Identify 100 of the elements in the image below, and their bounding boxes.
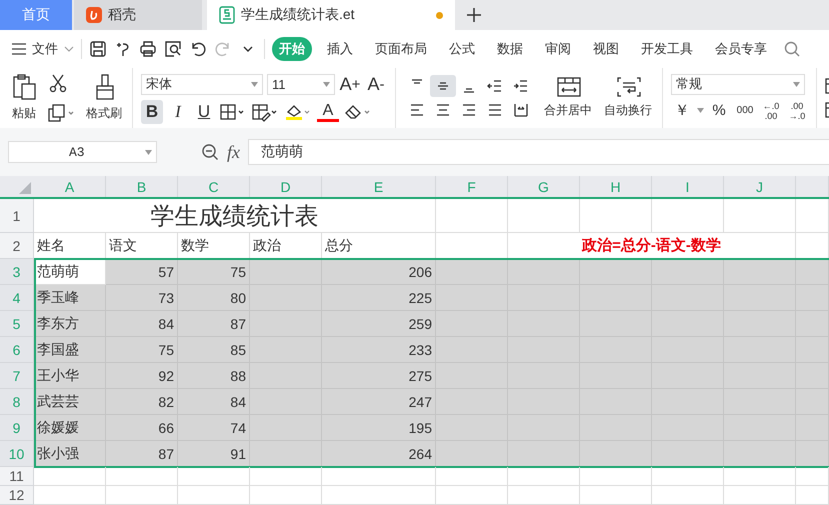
table-cell: [250, 467, 322, 486]
row-header[interactable]: 1: [0, 199, 34, 233]
ribbon-tab[interactable]: 数据: [490, 37, 530, 61]
font-size-value: 11: [272, 76, 286, 92]
table-cell: [724, 486, 796, 505]
menu-icon: [12, 43, 26, 55]
decimal-places-button[interactable]: ←.0 .00: [760, 98, 782, 122]
spreadsheet-file-icon: [219, 6, 235, 24]
table-cell: [796, 486, 829, 505]
table-cell: [724, 199, 796, 233]
align-middle-icon[interactable]: [430, 75, 456, 97]
table-cell: [436, 441, 508, 467]
ribbon-tab[interactable]: 公式: [442, 37, 482, 61]
table-cell: [106, 467, 178, 486]
table-cell: [508, 441, 580, 467]
caret-icon: [323, 82, 330, 86]
document-tab[interactable]: 稻壳: [74, 0, 202, 30]
thousands-separator-button[interactable]: 000: [734, 98, 756, 122]
column-heading-cell: 总分: [322, 233, 436, 259]
table-cell: [652, 259, 724, 285]
table-cell: [652, 199, 724, 233]
tab-label: 稻壳: [108, 6, 136, 24]
document-tab[interactable]: 学生成绩统计表.et: [207, 0, 455, 30]
function-button[interactable]: fx: [227, 142, 240, 162]
table-cell: [106, 486, 178, 505]
name-box[interactable]: A3: [8, 141, 157, 163]
file-menu[interactable]: 文件: [12, 40, 74, 58]
wrap-text-button[interactable]: 自动换行: [604, 77, 654, 119]
table-cell: [724, 441, 796, 467]
wrap-text-label: 自动换行: [604, 102, 652, 119]
table-cell: 徐媛媛: [34, 415, 106, 441]
table-cell: [34, 486, 106, 505]
table-cell: 80: [178, 285, 250, 311]
print-icon[interactable]: [139, 40, 157, 58]
caret-icon: [145, 150, 152, 154]
table-cell: [580, 199, 652, 233]
table-cell: [796, 441, 829, 467]
save-icon[interactable]: [89, 40, 107, 58]
column-heading-cell: 姓名: [34, 233, 106, 259]
column-heading-cell: 政治: [250, 233, 322, 259]
table-cell: [436, 486, 508, 505]
ribbon-tab[interactable]: 页面布局: [368, 37, 434, 61]
plus-icon[interactable]: [467, 8, 481, 22]
table-title: 学生成绩统计表: [34, 199, 436, 233]
table-cell: [580, 441, 652, 467]
table-cell: [580, 467, 652, 486]
flame-logo-icon: [86, 7, 102, 23]
table-cell: 206: [322, 259, 436, 285]
clipboard-icon: [13, 74, 37, 100]
scissors-icon[interactable]: [48, 73, 68, 93]
merge-center-button[interactable]: 合并居中: [544, 77, 594, 119]
column-heading-cell: 语文: [106, 233, 178, 259]
row-header[interactable]: 12: [0, 486, 34, 505]
table-cell: [580, 486, 652, 505]
ribbon-tab[interactable]: 开发工具: [634, 37, 700, 61]
underline-button[interactable]: U: [193, 100, 215, 124]
font-size-dropdown[interactable]: 11: [267, 74, 335, 94]
number-format-dropdown[interactable]: 常规: [671, 74, 805, 94]
table-cell: 91: [178, 441, 250, 467]
table-cell: 张小强: [34, 441, 106, 467]
percent-button[interactable]: %: [708, 98, 730, 122]
bold-button[interactable]: B: [141, 100, 163, 124]
triangle-icon: [19, 182, 31, 194]
decimal-places-button[interactable]: .00 →.0: [786, 98, 808, 122]
table-cell: [178, 486, 250, 505]
table-cell: 73: [106, 285, 178, 311]
table-cell: [436, 259, 508, 285]
table-cell: 75: [178, 259, 250, 285]
ribbon-tab[interactable]: 视图: [586, 37, 626, 61]
magnifier-page-icon[interactable]: [164, 40, 182, 58]
row-header[interactable]: 11: [0, 467, 34, 486]
italic-button[interactable]: I: [167, 100, 189, 124]
ribbon-tab[interactable]: 会员专享: [708, 37, 774, 61]
font-color-button[interactable]: A: [317, 102, 339, 122]
formula-input[interactable]: 范萌萌: [248, 139, 829, 165]
ribbon-tab[interactable]: 插入: [320, 37, 360, 61]
cell-style-icon[interactable]: [251, 102, 279, 122]
table-cell: 季玉峰: [34, 285, 106, 311]
table-cell: 87: [178, 311, 250, 337]
paste-button[interactable]: 粘贴: [12, 74, 38, 122]
table-cell: 75: [106, 337, 178, 363]
table-cell: 88: [178, 363, 250, 389]
format-painter-button[interactable]: 格式刷: [86, 74, 124, 122]
table-cell: 84: [178, 389, 250, 415]
row-header[interactable]: 2: [0, 233, 34, 259]
paint-brush-icon: [94, 74, 116, 100]
table-cell: 66: [106, 415, 178, 441]
search-icon[interactable]: [784, 41, 800, 57]
font-name-dropdown[interactable]: 宋体: [141, 74, 263, 94]
currency-button[interactable]: ￥: [671, 98, 693, 122]
tab-label: 学生成绩统计表.et: [241, 6, 355, 24]
table-cell: 范萌萌: [34, 259, 106, 285]
zoom-out-icon[interactable]: [201, 143, 219, 161]
paste-label: 粘贴: [12, 105, 36, 122]
table-cell: [178, 467, 250, 486]
table-cell: 92: [106, 363, 178, 389]
table-cell: [724, 467, 796, 486]
copy-icon[interactable]: [48, 103, 76, 123]
ribbon-tab[interactable]: 审阅: [538, 37, 578, 61]
table-cell: 195: [322, 415, 436, 441]
